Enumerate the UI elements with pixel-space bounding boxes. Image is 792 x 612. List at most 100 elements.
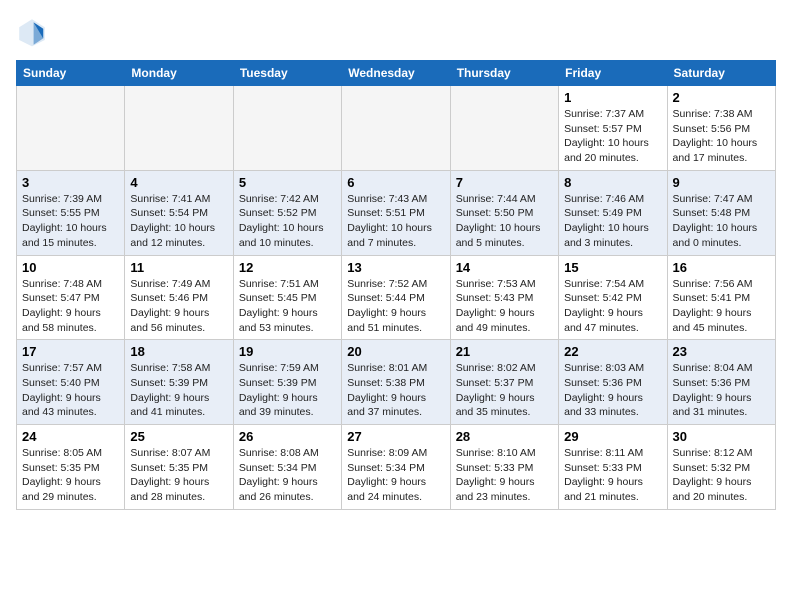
day-info: Sunrise: 7:58 AMSunset: 5:39 PMDaylight:…	[130, 361, 227, 420]
calendar-table: SundayMondayTuesdayWednesdayThursdayFrid…	[16, 60, 776, 510]
day-info: Sunrise: 7:53 AMSunset: 5:43 PMDaylight:…	[456, 277, 553, 336]
day-number: 9	[673, 175, 770, 190]
day-number: 22	[564, 344, 661, 359]
calendar-cell: 24 Sunrise: 8:05 AMSunset: 5:35 PMDayligh…	[17, 425, 125, 510]
day-info: Sunrise: 8:07 AMSunset: 5:35 PMDaylight:…	[130, 446, 227, 505]
weekday-header-row: SundayMondayTuesdayWednesdayThursdayFrid…	[17, 61, 776, 86]
week-row-2: 3 Sunrise: 7:39 AMSunset: 5:55 PMDaylight…	[17, 170, 776, 255]
day-number: 19	[239, 344, 336, 359]
day-info: Sunrise: 8:01 AMSunset: 5:38 PMDaylight:…	[347, 361, 444, 420]
calendar-cell: 27Sunrise: 8:09 AMSunset: 5:34 PMDayligh…	[342, 425, 450, 510]
day-info: Sunrise: 7:56 AMSunset: 5:41 PMDaylight:…	[673, 277, 770, 336]
weekday-header-monday: Monday	[125, 61, 233, 86]
day-number: 17	[22, 344, 119, 359]
day-number: 20	[347, 344, 444, 359]
weekday-header-friday: Friday	[559, 61, 667, 86]
calendar-cell: 23Sunrise: 8:04 AMSunset: 5:36 PMDayligh…	[667, 340, 775, 425]
day-number: 3	[22, 175, 119, 190]
logo-icon	[16, 16, 48, 48]
calendar-cell	[17, 86, 125, 171]
day-number: 15	[564, 260, 661, 275]
day-info: Sunrise: 7:47 AMSunset: 5:48 PMDaylight:…	[673, 192, 770, 251]
calendar-cell: 18Sunrise: 7:58 AMSunset: 5:39 PMDayligh…	[125, 340, 233, 425]
calendar-cell: 13Sunrise: 7:52 AMSunset: 5:44 PMDayligh…	[342, 255, 450, 340]
calendar-cell: 3 Sunrise: 7:39 AMSunset: 5:55 PMDaylight…	[17, 170, 125, 255]
day-number: 5	[239, 175, 336, 190]
day-number: 6	[347, 175, 444, 190]
calendar-cell: 20 Sunrise: 8:01 AMSunset: 5:38 PMDayligh…	[342, 340, 450, 425]
calendar-cell: 2Sunrise: 7:38 AMSunset: 5:56 PMDaylight…	[667, 86, 775, 171]
day-number: 13	[347, 260, 444, 275]
day-info: Sunrise: 8:12 AMSunset: 5:32 PMDaylight:…	[673, 446, 770, 505]
day-info: Sunrise: 7:48 AMSunset: 5:47 PMDaylight:…	[22, 277, 119, 336]
calendar-cell: 19 Sunrise: 7:59 AMSunset: 5:39 PMDayligh…	[233, 340, 341, 425]
calendar-cell	[450, 86, 558, 171]
day-number: 30	[673, 429, 770, 444]
day-info: Sunrise: 7:51 AMSunset: 5:45 PMDaylight:…	[239, 277, 336, 336]
week-row-3: 10 Sunrise: 7:48 AMSunset: 5:47 PMDayligh…	[17, 255, 776, 340]
day-info: Sunrise: 7:38 AMSunset: 5:56 PMDaylight:…	[673, 107, 770, 166]
calendar-cell: 16 Sunrise: 7:56 AMSunset: 5:41 PMDayligh…	[667, 255, 775, 340]
day-number: 21	[456, 344, 553, 359]
calendar-cell: 9 Sunrise: 7:47 AMSunset: 5:48 PMDaylight…	[667, 170, 775, 255]
day-info: Sunrise: 7:44 AMSunset: 5:50 PMDaylight:…	[456, 192, 553, 251]
day-info: Sunrise: 8:03 AMSunset: 5:36 PMDaylight:…	[564, 361, 661, 420]
calendar-cell: 21 Sunrise: 8:02 AMSunset: 5:37 PMDayligh…	[450, 340, 558, 425]
weekday-header-tuesday: Tuesday	[233, 61, 341, 86]
day-info: Sunrise: 7:54 AMSunset: 5:42 PMDaylight:…	[564, 277, 661, 336]
calendar-cell: 17 Sunrise: 7:57 AMSunset: 5:40 PMDayligh…	[17, 340, 125, 425]
day-number: 4	[130, 175, 227, 190]
day-number: 28	[456, 429, 553, 444]
day-info: Sunrise: 7:37 AMSunset: 5:57 PMDaylight:…	[564, 107, 661, 166]
calendar-cell: 8 Sunrise: 7:46 AMSunset: 5:49 PMDaylight…	[559, 170, 667, 255]
day-info: Sunrise: 7:57 AMSunset: 5:40 PMDaylight:…	[22, 361, 119, 420]
day-number: 27	[347, 429, 444, 444]
calendar-cell: 12 Sunrise: 7:51 AMSunset: 5:45 PMDayligh…	[233, 255, 341, 340]
day-number: 29	[564, 429, 661, 444]
day-info: Sunrise: 8:11 AMSunset: 5:33 PMDaylight:…	[564, 446, 661, 505]
day-info: Sunrise: 7:46 AMSunset: 5:49 PMDaylight:…	[564, 192, 661, 251]
calendar-cell: 11Sunrise: 7:49 AMSunset: 5:46 PMDayligh…	[125, 255, 233, 340]
calendar-cell: 5 Sunrise: 7:42 AMSunset: 5:52 PMDaylight…	[233, 170, 341, 255]
calendar-cell: 7 Sunrise: 7:44 AMSunset: 5:50 PMDaylight…	[450, 170, 558, 255]
day-info: Sunrise: 7:41 AMSunset: 5:54 PMDaylight:…	[130, 192, 227, 251]
day-info: Sunrise: 8:05 AMSunset: 5:35 PMDaylight:…	[22, 446, 119, 505]
calendar-cell: 4 Sunrise: 7:41 AMSunset: 5:54 PMDaylight…	[125, 170, 233, 255]
calendar-cell: 26Sunrise: 8:08 AMSunset: 5:34 PMDayligh…	[233, 425, 341, 510]
calendar-cell	[342, 86, 450, 171]
day-info: Sunrise: 7:42 AMSunset: 5:52 PMDaylight:…	[239, 192, 336, 251]
calendar-cell: 29 Sunrise: 8:11 AMSunset: 5:33 PMDayligh…	[559, 425, 667, 510]
day-info: Sunrise: 7:49 AMSunset: 5:46 PMDaylight:…	[130, 277, 227, 336]
page-header	[16, 16, 776, 48]
day-number: 16	[673, 260, 770, 275]
calendar-cell: 25 Sunrise: 8:07 AMSunset: 5:35 PMDayligh…	[125, 425, 233, 510]
day-number: 8	[564, 175, 661, 190]
day-number: 12	[239, 260, 336, 275]
day-info: Sunrise: 8:02 AMSunset: 5:37 PMDaylight:…	[456, 361, 553, 420]
weekday-header-thursday: Thursday	[450, 61, 558, 86]
day-info: Sunrise: 7:43 AMSunset: 5:51 PMDaylight:…	[347, 192, 444, 251]
calendar-cell: 6 Sunrise: 7:43 AMSunset: 5:51 PMDaylight…	[342, 170, 450, 255]
day-info: Sunrise: 7:39 AMSunset: 5:55 PMDaylight:…	[22, 192, 119, 251]
calendar-cell: 22 Sunrise: 8:03 AMSunset: 5:36 PMDayligh…	[559, 340, 667, 425]
calendar-cell: 1Sunrise: 7:37 AMSunset: 5:57 PMDaylight…	[559, 86, 667, 171]
calendar-cell: 30 Sunrise: 8:12 AMSunset: 5:32 PMDayligh…	[667, 425, 775, 510]
weekday-header-sunday: Sunday	[17, 61, 125, 86]
logo	[16, 16, 52, 48]
calendar-cell: 28 Sunrise: 8:10 AMSunset: 5:33 PMDayligh…	[450, 425, 558, 510]
day-number: 14	[456, 260, 553, 275]
day-number: 10	[22, 260, 119, 275]
day-number: 23	[673, 344, 770, 359]
day-number: 25	[130, 429, 227, 444]
day-info: Sunrise: 7:59 AMSunset: 5:39 PMDaylight:…	[239, 361, 336, 420]
day-info: Sunrise: 8:10 AMSunset: 5:33 PMDaylight:…	[456, 446, 553, 505]
day-number: 7	[456, 175, 553, 190]
week-row-5: 24 Sunrise: 8:05 AMSunset: 5:35 PMDayligh…	[17, 425, 776, 510]
week-row-4: 17 Sunrise: 7:57 AMSunset: 5:40 PMDayligh…	[17, 340, 776, 425]
calendar-cell: 15 Sunrise: 7:54 AMSunset: 5:42 PMDayligh…	[559, 255, 667, 340]
calendar-cell	[125, 86, 233, 171]
calendar-cell	[233, 86, 341, 171]
day-number: 24	[22, 429, 119, 444]
calendar-cell: 10 Sunrise: 7:48 AMSunset: 5:47 PMDayligh…	[17, 255, 125, 340]
weekday-header-saturday: Saturday	[667, 61, 775, 86]
